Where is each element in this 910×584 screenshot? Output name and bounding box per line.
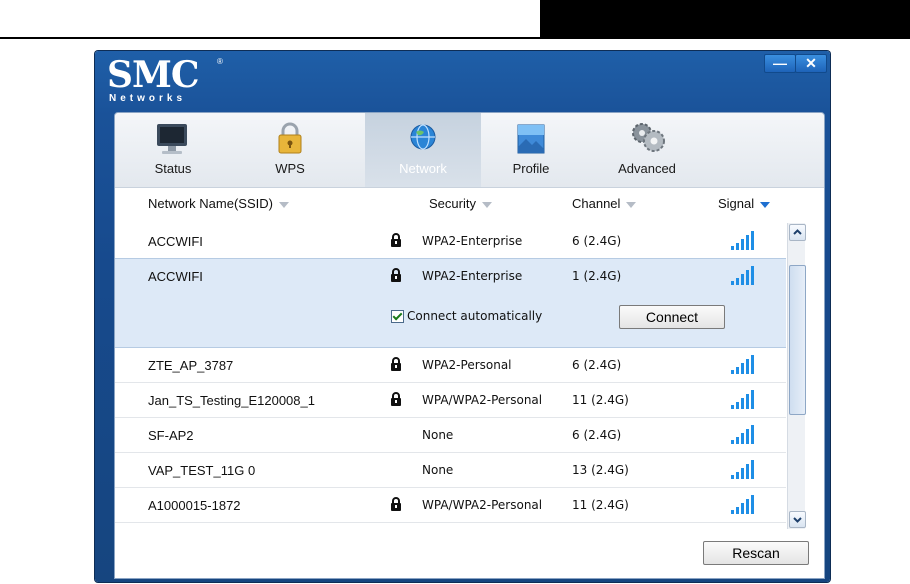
security-cell: WPA/WPA2-Personal [422,393,543,407]
channel-cell: 13 (2.4G) [572,463,629,477]
logo-wordmark: SMC [107,54,199,96]
ssid-cell: ACCWIFI [148,269,203,284]
profile-icon [517,124,545,154]
network-table-header: Network Name(SSID) Security Channel Sign… [115,192,824,216]
checkbox-checked-icon [391,310,404,323]
security-cell: WPA/WPA2-Personal [422,498,543,512]
security-cell: WPA2-Enterprise [422,234,523,248]
app-window: SMC ® Networks — ✕ Status WPS Network Pr… [95,51,830,582]
network-row[interactable]: Jan_TS_Testing_E120008_1 WPA/WPA2-Person… [115,383,786,418]
column-ssid-header[interactable]: Network Name(SSID) [148,196,289,211]
tab-wps[interactable]: WPS [251,113,329,187]
network-row[interactable]: VAP_TEST_11G 0 None 13 (2.4G) [115,453,786,488]
minimize-icon: — [773,55,787,71]
column-signal-header[interactable]: Signal [718,196,771,211]
security-cell: WPA2-Personal [422,358,512,372]
minimize-button[interactable]: — [764,54,796,73]
rescan-button[interactable]: Rescan [703,541,809,565]
chevron-down-icon [793,517,802,523]
tab-profile-label: Profile [512,161,550,176]
network-row[interactable]: SF-AP2 None 6 (2.4G) [115,418,786,453]
column-channel-label: Channel [572,196,621,211]
channel-cell: 11 (2.4G) [572,393,629,407]
tab-bar: Status WPS Network Profile Advanced [115,113,824,188]
channel-cell: 6 (2.4G) [572,234,622,248]
main-panel: Status WPS Network Profile Advanced Netw… [114,112,825,579]
logo-registered-mark: ® [217,57,223,66]
sort-arrow-icon [481,201,492,208]
monitor-icon [157,124,187,154]
tab-advanced-label: Advanced [618,161,676,176]
page-header-block [540,0,910,39]
globe-icon [410,124,436,150]
sort-arrow-active-icon [760,201,771,208]
ssid-cell: SF-AP2 [148,428,194,443]
close-icon: ✕ [805,55,817,71]
network-row[interactable]: A1000015-1872 WPA/WPA2-Personal 11 (2.4G… [115,488,786,523]
ssid-cell: A1000015-1872 [148,498,241,513]
channel-cell: 1 (2.4G) [572,269,622,283]
network-row-selected[interactable]: ACCWIFI WPA2-Enterprise 1 (2.4G) Connect… [115,258,786,348]
column-security-label: Security [429,196,476,211]
signal-strength-icon [731,390,754,409]
security-cell: None [422,428,454,442]
signal-strength-icon [731,266,754,285]
connect-button[interactable]: Connect [619,305,725,329]
tab-wps-label: WPS [275,161,305,176]
close-button[interactable]: ✕ [795,54,827,73]
signal-strength-icon [731,231,754,250]
column-security-header[interactable]: Security [429,196,492,211]
lock-icon [391,497,401,511]
padlock-icon [278,122,302,154]
ssid-cell: Jan_TS_Testing_E120008_1 [148,393,315,408]
security-cell: None [422,463,454,477]
logo-subtitle: Networks [109,93,187,104]
scroll-thumb[interactable] [789,265,806,415]
channel-cell: 6 (2.4G) [572,428,622,442]
sort-arrow-icon [626,201,637,208]
chevron-up-icon [793,229,802,235]
page-header-rule [0,37,540,39]
security-cell: WPA2-Enterprise [422,269,523,283]
lock-icon [391,392,401,406]
sort-arrow-icon [278,201,289,208]
network-row[interactable]: ACCWIFI WPA2-Enterprise 6 (2.4G) [115,224,786,259]
lock-icon [391,233,401,247]
ssid-cell: ZTE_AP_3787 [148,358,234,373]
connect-automatically-label: Connect automatically [407,309,543,323]
scroll-down-button[interactable] [789,511,806,528]
tab-status[interactable]: Status [134,113,212,187]
network-list-scrollbar[interactable] [787,223,806,529]
channel-cell: 6 (2.4G) [572,358,622,372]
lock-icon [391,268,401,282]
channel-cell: 11 (2.4G) [572,498,629,512]
tab-profile[interactable]: Profile [492,113,570,187]
gears-icon [632,123,665,152]
ssid-cell: VAP_TEST_11G 0 [148,463,256,478]
column-channel-header[interactable]: Channel [572,196,637,211]
lock-icon [391,357,401,371]
smc-logo: SMC ® Networks [107,55,237,113]
connect-automatically-checkbox[interactable]: Connect automatically [391,309,542,323]
tab-status-label: Status [154,161,192,176]
scroll-up-button[interactable] [789,224,806,241]
signal-strength-icon [731,495,754,514]
column-ssid-label: Network Name(SSID) [148,196,273,211]
tab-network[interactable]: Network [365,113,481,187]
signal-strength-icon [731,425,754,444]
signal-strength-icon [731,355,754,374]
signal-strength-icon [731,460,754,479]
tab-advanced[interactable]: Advanced [602,113,692,187]
network-row[interactable]: ZTE_AP_3787 WPA2-Personal 6 (2.4G) [115,348,786,383]
column-signal-label: Signal [718,196,755,211]
tab-network-label: Network [399,161,447,176]
ssid-cell: ACCWIFI [148,234,203,249]
